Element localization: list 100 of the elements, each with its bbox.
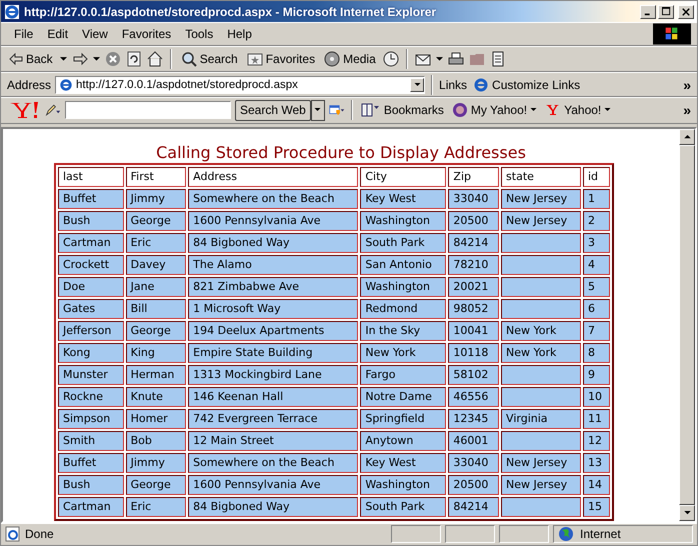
table-cell: Knute bbox=[126, 386, 186, 407]
table-cell: Fargo bbox=[360, 364, 446, 385]
table-cell: 14 bbox=[582, 474, 610, 495]
table-cell: 12345 bbox=[448, 408, 500, 429]
forward-arrow-icon[interactable] bbox=[72, 51, 88, 68]
media-button[interactable]: Media bbox=[322, 51, 378, 68]
minimize-button[interactable] bbox=[640, 4, 656, 19]
menu-item[interactable]: File bbox=[7, 27, 40, 42]
table-cell: 742 Evergreen Terrace bbox=[188, 408, 358, 429]
home-icon[interactable] bbox=[146, 51, 163, 68]
bookmarks-button[interactable]: Bookmarks bbox=[358, 102, 446, 118]
table-cell: 46001 bbox=[448, 430, 500, 451]
disc-icon bbox=[324, 51, 340, 68]
table-cell: 1 Microsoft Way bbox=[188, 298, 358, 319]
table-cell: 8 bbox=[582, 342, 610, 363]
table-cell: Gates bbox=[58, 298, 124, 319]
table-cell: King bbox=[126, 342, 186, 363]
favorites-button[interactable]: Favorites bbox=[244, 52, 318, 66]
search-field[interactable] bbox=[65, 101, 231, 120]
table-cell: 1600 Pennsylvania Ave bbox=[188, 474, 358, 495]
zone-text: Internet bbox=[580, 527, 621, 542]
menu-item[interactable]: Tools bbox=[178, 27, 220, 42]
table-cell: 1600 Pennsylvania Ave bbox=[188, 210, 358, 231]
table-cell: Kong bbox=[58, 342, 124, 363]
dropdown-arrow-icon bbox=[604, 108, 612, 112]
maximize-button[interactable] bbox=[658, 4, 674, 19]
table-cell: New Jersey bbox=[501, 474, 581, 495]
my-yahoo-button[interactable]: My Yahoo! bbox=[450, 102, 540, 118]
table-cell: Empire State Building bbox=[188, 342, 358, 363]
menu-item[interactable]: Favorites bbox=[114, 27, 178, 42]
globe-icon bbox=[558, 526, 574, 542]
table-cell: Somewhere on the Beach bbox=[188, 188, 358, 209]
printer-icon[interactable] bbox=[448, 51, 464, 68]
table-cell: 84 Bigboned Way bbox=[188, 232, 358, 253]
back-button[interactable]: Back bbox=[7, 52, 55, 66]
search-web-button[interactable]: Search Web bbox=[235, 100, 311, 121]
menu-item[interactable]: View bbox=[75, 27, 115, 42]
dropdown-arrow-icon[interactable] bbox=[414, 82, 421, 87]
column-header: First bbox=[126, 166, 186, 187]
menu-item[interactable]: Help bbox=[220, 27, 259, 42]
table-cell: 3 bbox=[582, 232, 610, 253]
dropdown-arrow-icon[interactable] bbox=[60, 56, 67, 62]
table-cell: 5 bbox=[582, 276, 610, 297]
table-cell: 98052 bbox=[448, 298, 500, 319]
dropdown-arrow-icon bbox=[314, 108, 322, 112]
browser-icon bbox=[473, 76, 490, 93]
table-cell: Key West bbox=[360, 188, 446, 209]
table-cell: Munster bbox=[58, 364, 124, 385]
search-button[interactable]: Search bbox=[178, 51, 240, 68]
dropdown-button[interactable] bbox=[310, 100, 325, 121]
column-header: state bbox=[501, 166, 581, 187]
vertical-scrollbar[interactable] bbox=[679, 128, 695, 521]
table-cell: Jimmy bbox=[126, 188, 186, 209]
pencil-icon[interactable] bbox=[45, 102, 61, 118]
table-cell: Bush bbox=[58, 210, 124, 231]
table-cell: South Park bbox=[360, 496, 446, 517]
column-header: last bbox=[58, 166, 124, 187]
page-icon bbox=[5, 526, 21, 542]
table-cell: Cartman bbox=[58, 496, 124, 517]
close-button[interactable] bbox=[678, 4, 694, 19]
dropdown-arrow-icon[interactable] bbox=[436, 56, 443, 62]
table-cell: 15 bbox=[582, 496, 610, 517]
table-cell: Redmond bbox=[360, 298, 446, 319]
address-field[interactable]: http://127.0.0.1/aspdotnet/storedprocd.aspx bbox=[55, 76, 426, 94]
table-cell: 1 bbox=[582, 188, 610, 209]
document-icon[interactable] bbox=[490, 51, 506, 68]
status-text: Done bbox=[25, 527, 55, 542]
customize-links-link[interactable]: Customize Links bbox=[471, 76, 582, 93]
status-pane bbox=[445, 525, 495, 544]
table-cell: Virginia bbox=[501, 408, 581, 429]
table-cell: 20021 bbox=[448, 276, 500, 297]
down-arrow-icon bbox=[684, 510, 690, 515]
table-cell: Springfield bbox=[360, 408, 446, 429]
column-header: Address bbox=[188, 166, 358, 187]
yahoo-button[interactable]: Yahoo! bbox=[543, 103, 614, 118]
table-cell: New Jersey bbox=[501, 188, 581, 209]
table-cell: Simpson bbox=[58, 408, 124, 429]
status-pane bbox=[391, 525, 441, 544]
page-heading: Calling Stored Procedure to Display Addresses bbox=[156, 142, 526, 163]
more-links-button[interactable]: » bbox=[683, 76, 691, 93]
address-label: Address bbox=[7, 78, 52, 92]
stop-icon[interactable] bbox=[104, 51, 121, 68]
table-cell: 33040 bbox=[448, 452, 500, 473]
table-cell: 6 bbox=[582, 298, 610, 319]
table-cell: New York bbox=[501, 320, 581, 341]
search-icon bbox=[180, 51, 197, 68]
more-tools-button[interactable]: » bbox=[683, 102, 691, 118]
links-label[interactable]: Links bbox=[439, 78, 468, 92]
table-cell: In the Sky bbox=[360, 320, 446, 341]
table-cell: New Jersey bbox=[501, 452, 581, 473]
table-cell: 146 Keenan Hall bbox=[188, 386, 358, 407]
table-cell: Herman bbox=[126, 364, 186, 385]
table-cell: Cartman bbox=[58, 232, 124, 253]
table-cell: 20500 bbox=[448, 210, 500, 231]
dropdown-arrow-icon[interactable] bbox=[92, 56, 100, 62]
refresh-icon[interactable] bbox=[126, 51, 142, 68]
table-cell: 1313 Mockingbird Lane bbox=[188, 364, 358, 385]
history-icon[interactable] bbox=[382, 51, 399, 68]
menu-item[interactable]: Edit bbox=[40, 27, 76, 42]
table-cell: 12 Main Street bbox=[188, 430, 358, 451]
